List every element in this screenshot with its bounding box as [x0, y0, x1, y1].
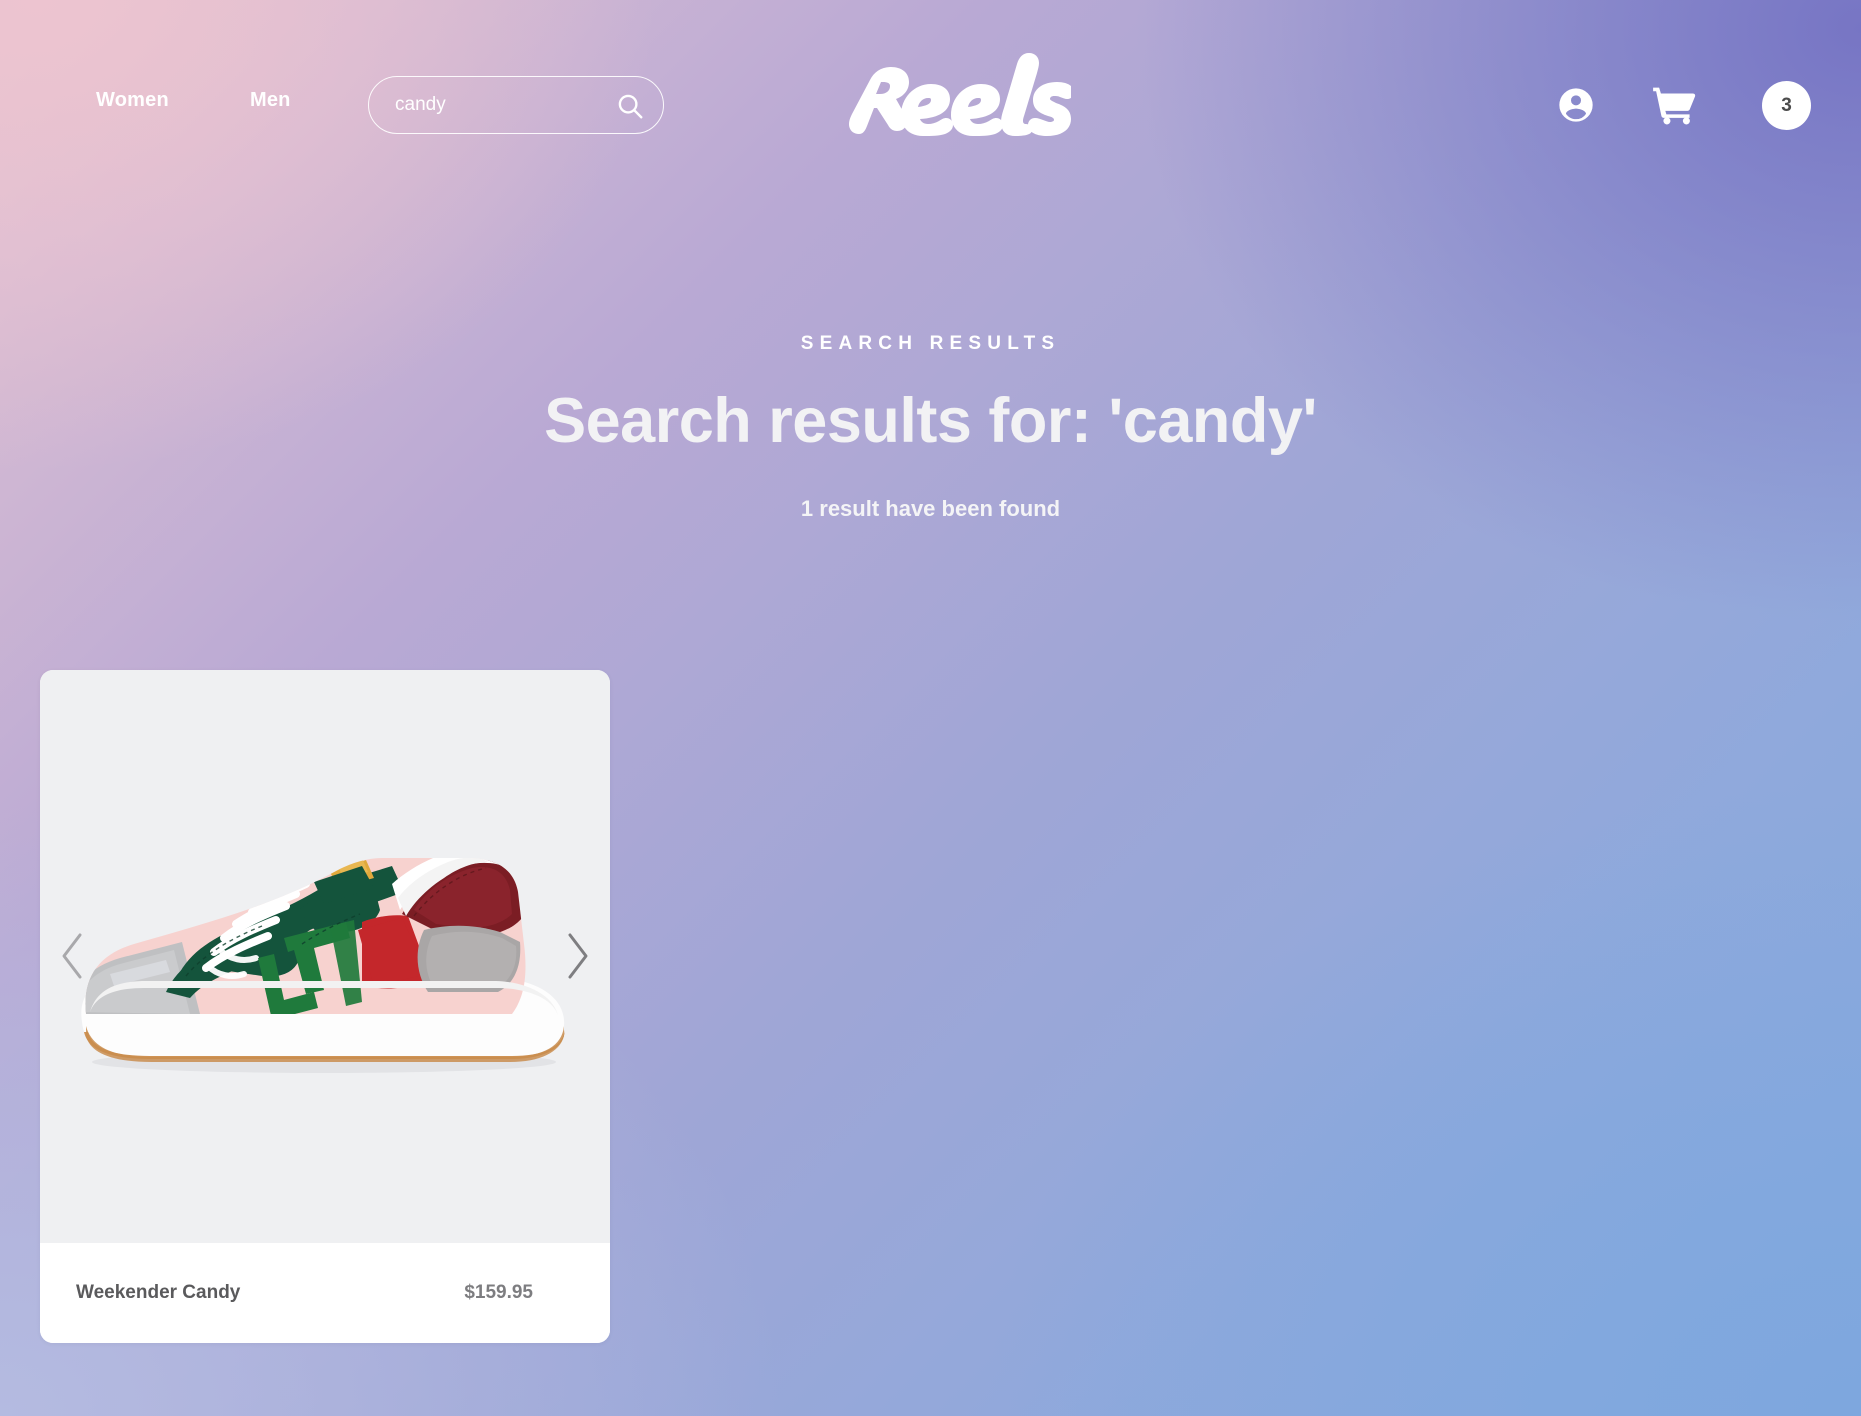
carousel-prev-button[interactable]	[54, 925, 94, 987]
product-name: Weekender Candy	[76, 1282, 241, 1303]
product-info: Weekender Candy $159.95	[40, 1243, 610, 1343]
site-logo[interactable]	[845, 38, 1074, 146]
result-count-text: 1 result have been found	[800, 496, 1061, 521]
carousel-next-button[interactable]	[556, 925, 596, 987]
product-card[interactable]: Weekender Candy $159.95	[40, 670, 610, 1343]
page-eyebrow: SEARCH RESULTS	[800, 333, 1061, 354]
cart-count-badge[interactable]: 3	[1762, 81, 1811, 130]
account-button[interactable]	[1556, 85, 1596, 125]
chevron-right-icon	[568, 933, 588, 979]
product-image-carousel[interactable]	[40, 670, 610, 1243]
product-image-weekender-candy	[81, 858, 565, 1073]
account-circle-icon	[1559, 88, 1593, 122]
site-header: Women Men candy 3	[0, 0, 1861, 185]
shopping-cart-icon	[1653, 87, 1696, 125]
search-input[interactable]	[395, 77, 605, 133]
search-box[interactable]	[368, 76, 664, 134]
reels-wordmark-logo	[849, 53, 1074, 136]
chevron-left-icon	[62, 933, 82, 979]
search-submit-button[interactable]	[615, 91, 645, 121]
search-icon	[618, 94, 643, 119]
nav-link-men[interactable]: Men	[250, 89, 291, 112]
product-grid: Weekender Candy $159.95	[40, 670, 1821, 1343]
nav-link-women[interactable]: Women	[96, 89, 169, 112]
product-price: $159.95	[464, 1282, 533, 1303]
page-title: Search results for: 'candy'	[544, 386, 1317, 456]
cart-button[interactable]	[1651, 83, 1697, 127]
